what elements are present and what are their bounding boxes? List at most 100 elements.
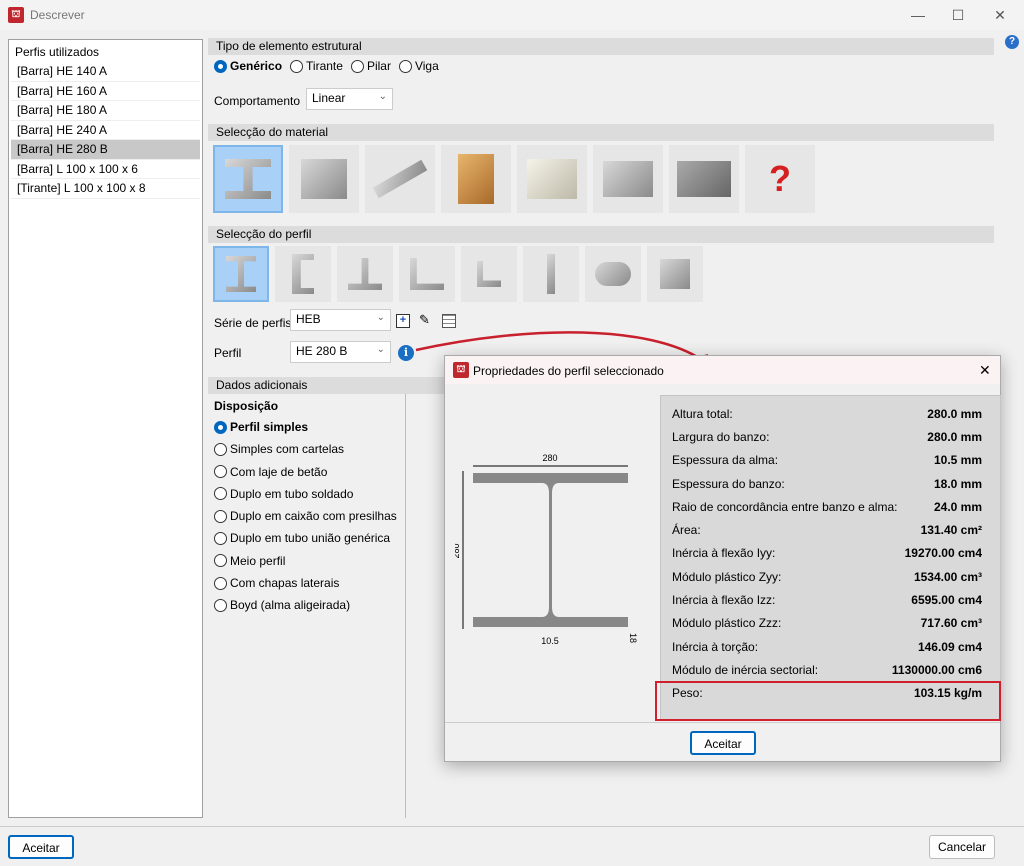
profile-c-section[interactable] bbox=[275, 246, 331, 302]
profile-t-section[interactable] bbox=[337, 246, 393, 302]
list-item-selected[interactable]: [Barra] HE 280 B bbox=[11, 140, 200, 160]
list-item[interactable]: [Barra] HE 140 A bbox=[11, 62, 200, 82]
material-concrete[interactable] bbox=[669, 145, 739, 213]
radio-perfil-simples[interactable]: Perfil simples bbox=[214, 420, 397, 434]
add-series-icon[interactable]: + bbox=[396, 314, 410, 328]
property-row: Módulo de inércia sectorial: 1130000.00 c… bbox=[661, 658, 1000, 681]
minimize-button[interactable]: — bbox=[898, 0, 938, 30]
radio-option[interactable]: Com chapas laterais bbox=[214, 576, 397, 590]
profile-l-section[interactable] bbox=[399, 246, 455, 302]
dim-flange: 18 bbox=[628, 633, 638, 643]
radio-option[interactable]: Com laje de betão bbox=[214, 465, 397, 479]
material-aluminium[interactable] bbox=[517, 145, 587, 213]
profile-small-l-section[interactable] bbox=[461, 246, 517, 302]
popup-close-button[interactable]: ✕ bbox=[979, 362, 991, 379]
list-item[interactable]: [Barra] HE 160 A bbox=[11, 82, 200, 101]
app-icon: ⛫ bbox=[453, 362, 469, 378]
property-value: 24.0 mm bbox=[933, 499, 982, 514]
property-value: 280.0 mm bbox=[927, 429, 982, 444]
aluminium-profiles-icon bbox=[603, 161, 653, 197]
profile-tiles bbox=[213, 246, 703, 302]
profile-label: Perfil bbox=[214, 346, 242, 360]
property-label: Inércia à torção: bbox=[672, 639, 759, 654]
property-row: Espessura da alma: 10.5 mm bbox=[661, 449, 1000, 472]
property-label: Altura total: bbox=[672, 406, 733, 421]
list-item[interactable]: [Barra] HE 180 A bbox=[11, 101, 200, 121]
list-item[interactable]: [Barra] L 100 x 100 x 6 bbox=[11, 160, 200, 179]
property-label: Módulo plástico Zzz: bbox=[672, 616, 782, 631]
weight-highlight bbox=[655, 681, 1001, 721]
app-icon: ⛫ bbox=[8, 7, 24, 23]
radio-option[interactable]: Boyd (alma aligeirada) bbox=[214, 598, 397, 612]
radio-viga[interactable]: Viga bbox=[398, 59, 439, 73]
profile-square-bar[interactable] bbox=[647, 246, 703, 302]
property-value: 1534.00 cm³ bbox=[913, 569, 982, 584]
profile-plate[interactable] bbox=[523, 246, 579, 302]
property-label: Inércia à flexão Izz: bbox=[672, 593, 776, 608]
accept-button[interactable]: Aceitar bbox=[8, 835, 74, 859]
help-icon[interactable]: ? bbox=[1005, 35, 1019, 49]
i-section-icon bbox=[226, 256, 256, 292]
cold-formed-icon bbox=[372, 159, 428, 199]
radio-tirante[interactable]: Tirante bbox=[290, 59, 343, 73]
c-section-icon bbox=[292, 254, 314, 294]
element-type-radios: Genérico Tirante Pilar Viga bbox=[214, 59, 447, 73]
property-row: Altura total: 280.0 mm bbox=[661, 402, 1000, 425]
radio-pilar[interactable]: Pilar bbox=[350, 59, 391, 73]
disposition-radios: Perfil simples Simples com cartelas Com … bbox=[214, 420, 405, 612]
section-profile: Selecção do perfil bbox=[208, 226, 994, 243]
property-value: 6595.00 cm4 bbox=[911, 593, 982, 608]
section-element-type: Tipo de elemento estrutural bbox=[208, 38, 994, 55]
list-item[interactable]: [Tirante] L 100 x 100 x 8 bbox=[11, 179, 200, 199]
l-section-icon bbox=[410, 258, 444, 290]
behaviour-select[interactable]: Linear ⌄ bbox=[306, 88, 393, 110]
steel-rolled-icon bbox=[225, 159, 271, 199]
material-cold-formed[interactable] bbox=[365, 145, 435, 213]
profile-round-bar[interactable] bbox=[585, 246, 641, 302]
small-l-section-icon bbox=[477, 261, 501, 287]
series-select[interactable]: HEB ⌄ bbox=[290, 309, 391, 331]
series-label: Série de perfis bbox=[214, 316, 292, 330]
section-material: Selecção do material bbox=[208, 124, 994, 141]
profile-properties-dialog: ⛫ Propriedades do perfil seleccionado ✕ … bbox=[444, 355, 1001, 762]
radio-option[interactable]: Duplo em tubo união genérica bbox=[214, 531, 397, 545]
popup-title: Propriedades do perfil seleccionado bbox=[473, 364, 664, 378]
title-bar: ⛫ Descrever — ☐ ✕ bbox=[0, 0, 1024, 30]
property-value: 10.5 mm bbox=[933, 453, 982, 468]
radio-generico[interactable]: Genérico bbox=[214, 59, 282, 73]
property-value: 717.60 cm³ bbox=[920, 616, 982, 631]
list-item[interactable]: [Barra] HE 240 A bbox=[11, 121, 200, 140]
cancel-button[interactable]: Cancelar bbox=[929, 835, 995, 859]
profile-select[interactable]: HE 280 B ⌄ bbox=[290, 341, 391, 363]
property-row: Área: 131.40 cm² bbox=[661, 518, 1000, 541]
property-row: Inércia à flexão Iyy: 19270.00 cm4 bbox=[661, 542, 1000, 565]
properties-panel: Altura total: 280.0 mm Largura do banzo: 28… bbox=[660, 395, 1001, 721]
material-steel-welded[interactable] bbox=[289, 145, 359, 213]
property-row: Inércia à flexão Izz: 6595.00 cm4 bbox=[661, 588, 1000, 611]
timber-icon bbox=[458, 154, 494, 204]
property-row: Largura do banzo: 280.0 mm bbox=[661, 425, 1000, 448]
material-aluminium-profiles[interactable] bbox=[593, 145, 663, 213]
splitter bbox=[405, 394, 406, 818]
material-generic[interactable]: ? bbox=[745, 145, 815, 213]
close-button[interactable]: ✕ bbox=[980, 0, 1020, 30]
maximize-button[interactable]: ☐ bbox=[938, 0, 978, 30]
material-steel-rolled[interactable] bbox=[213, 145, 283, 213]
property-row: Raio de concordância entre banzo e alma:… bbox=[661, 495, 1000, 518]
popup-accept-button[interactable]: Aceitar bbox=[690, 731, 756, 755]
property-value: 1130000.00 cm6 bbox=[891, 662, 982, 677]
material-timber[interactable] bbox=[441, 145, 511, 213]
plate-icon bbox=[547, 254, 555, 294]
profiles-list-header: Perfis utilizados bbox=[15, 45, 100, 59]
property-value: 19270.00 cm4 bbox=[904, 546, 982, 561]
property-value: 146.09 cm4 bbox=[917, 639, 982, 654]
window-title: Descrever bbox=[30, 8, 85, 22]
radio-option[interactable]: Simples com cartelas bbox=[214, 442, 397, 456]
footer-divider bbox=[0, 826, 1024, 827]
radio-option[interactable]: Duplo em tubo soldado bbox=[214, 487, 397, 501]
profile-i-section[interactable] bbox=[213, 246, 269, 302]
square-bar-icon bbox=[660, 259, 690, 289]
property-label: Módulo plástico Zyy: bbox=[672, 569, 782, 584]
radio-option[interactable]: Meio perfil bbox=[214, 554, 397, 568]
radio-option[interactable]: Duplo em caixão com presilhas bbox=[214, 509, 397, 523]
